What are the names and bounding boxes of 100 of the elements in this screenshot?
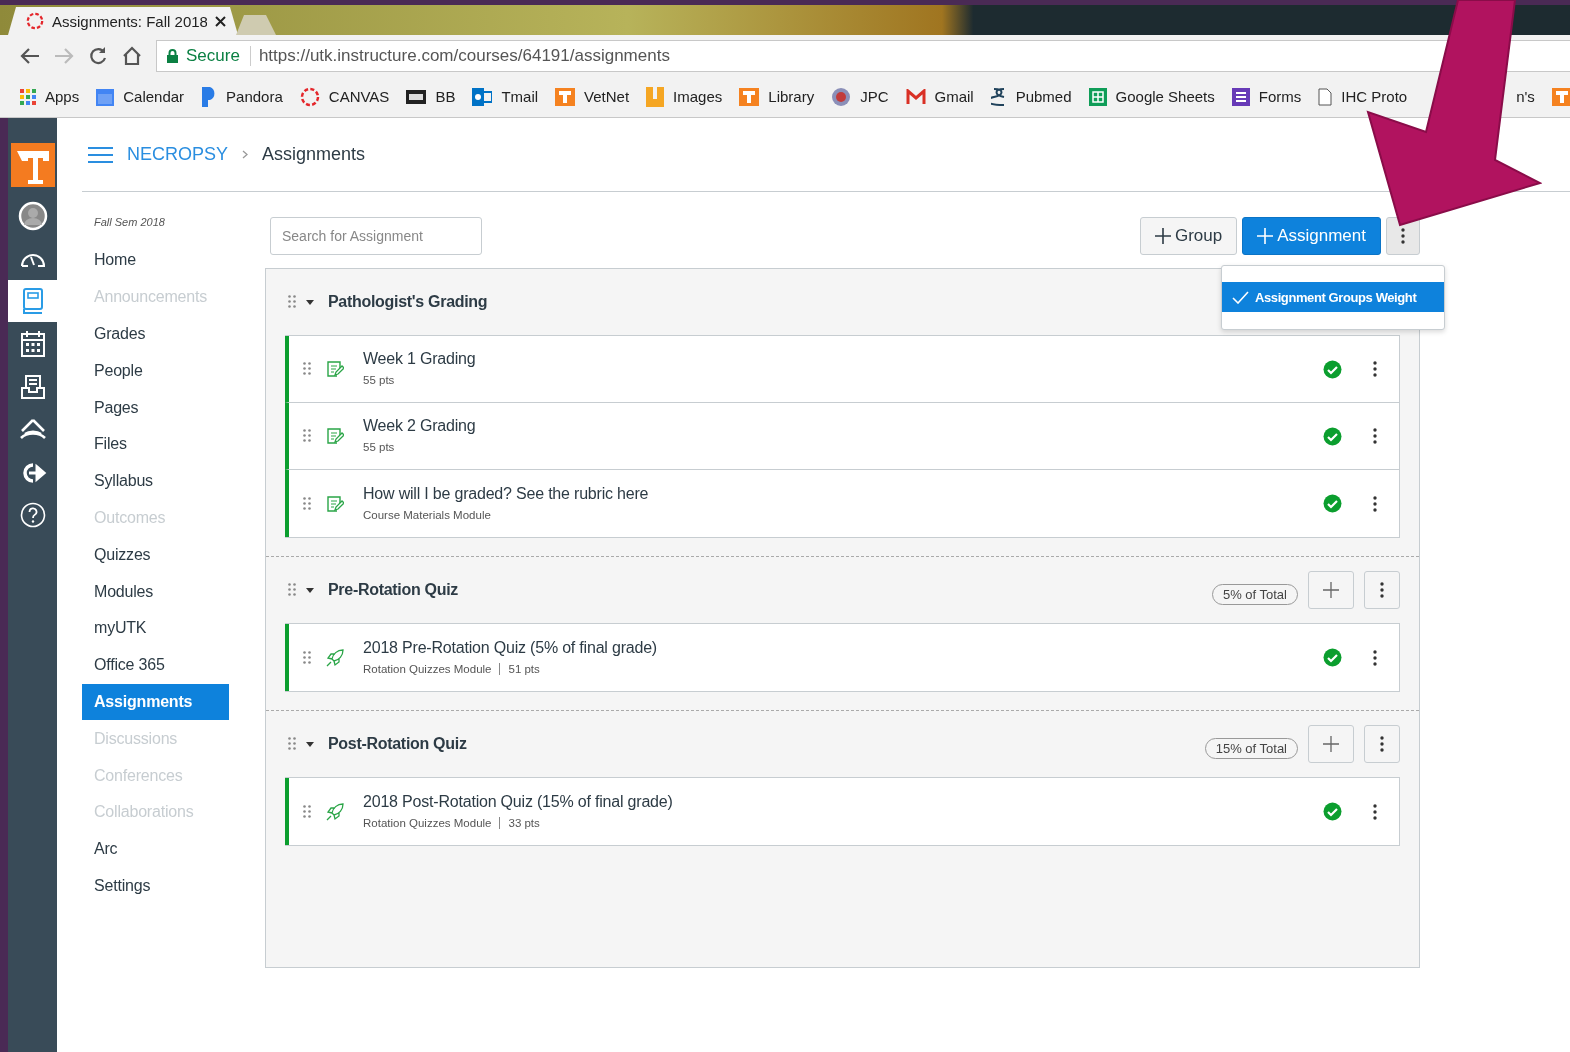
add-assignment-button[interactable]: Assignment [1242,217,1381,255]
drag-handle-icon[interactable] [303,649,311,666]
add-item-button[interactable] [1308,725,1354,763]
course-nav-link[interactable]: Arc [82,830,229,868]
bookmark[interactable]: Images [646,86,723,107]
chevron-icon [242,150,249,159]
spreadsheet-icon [1088,87,1107,106]
group-menu-button[interactable] [1364,725,1400,763]
group-menu-button[interactable] [1364,571,1400,609]
course-nav-link[interactable]: Settings [82,867,229,905]
assignment-title[interactable]: Week 2 Grading [363,417,1308,435]
browser-tab[interactable]: Assignments: Fall 2018 [8,7,238,35]
bookmark[interactable]: BB [406,88,456,105]
published-icon[interactable] [1323,494,1342,513]
assignment-title[interactable]: How will I be graded? See the rubric here [363,484,1308,503]
course-nav-link[interactable]: Home [82,242,229,279]
plus-icon [1154,228,1171,244]
more-options-icon[interactable] [1373,803,1377,820]
more-options-icon [1380,582,1384,598]
menu-item[interactable]: Assignment Groups Weight [1222,282,1444,312]
site-logo-icon [555,87,576,106]
group-title: Post-Rotation Quiz [328,735,467,753]
assignment-icon [326,494,344,513]
address-bar[interactable]: Secure https://utk.instructure.com/courses/64191/assignments [156,39,1570,72]
helix-icon [990,86,1007,107]
search-field[interactable]: Search for Assignment [270,217,482,255]
assignment-row[interactable]: Week 2 Grading 55 pts [285,403,1399,470]
add-item-button[interactable] [1308,571,1354,609]
reload-icon[interactable] [88,45,108,66]
more-options-icon[interactable] [1373,495,1377,512]
more-options-icon[interactable] [1373,428,1377,444]
assignment-title[interactable]: 2018 Post-Rotation Quiz (15% of final grade) [363,792,1308,811]
bookmark[interactable]: VetNet [555,87,630,106]
bookmark[interactable]: Calendar [96,87,185,106]
breadcrumb-link[interactable]: NECROPSY [127,144,229,165]
drag-handle-icon[interactable] [303,428,311,444]
published-icon[interactable] [1323,359,1342,379]
assignment-title[interactable]: Week 1 Grading [363,350,1308,368]
bookmark[interactable]: Gmail [905,88,974,105]
course-nav-link[interactable]: Files [82,426,229,463]
calendar-icon[interactable] [19,330,46,358]
site-logo-icon [406,89,427,104]
assignment-row[interactable]: 2018 Pre-Rotation Quiz (5% of final grade) Rotation Quizzes Module 51 pts [285,624,1399,691]
caret-icon[interactable] [306,298,314,306]
mail-icon [905,89,926,104]
inbox-icon[interactable] [19,374,46,400]
course-nav-link[interactable]: Modules [82,573,229,610]
course-nav-link[interactable]: Grades [82,315,229,353]
course-nav-link[interactable]: Pages [82,389,229,426]
bookmark[interactable]: n's [1516,88,1535,105]
more-options-icon[interactable] [1373,649,1377,666]
url-text: https://utk.instructure.com/courses/64191/assignments [258,45,670,66]
drag-handle-icon[interactable] [288,582,296,598]
secure-label: Secure [186,45,251,66]
drag-handle-icon[interactable] [288,294,296,310]
add-group-button[interactable]: Group [1139,217,1238,255]
more-options-icon[interactable] [1373,361,1377,377]
avatar-icon[interactable] [17,201,48,231]
bookmark[interactable]: CANVAS [299,86,390,107]
drag-handle-icon[interactable] [303,495,311,512]
close-icon[interactable] [215,15,226,27]
published-icon[interactable] [1323,802,1342,821]
book-icon[interactable] [21,287,44,315]
page-icon [1318,87,1333,106]
drag-handle-icon[interactable] [303,361,311,377]
site-logo-icon [739,87,760,106]
caret-icon[interactable] [306,740,314,748]
bookmark[interactable]: Forms [1231,87,1302,106]
menu-icon[interactable] [88,145,113,164]
caret-icon[interactable] [306,586,314,594]
bookmark[interactable]: Library [739,87,815,106]
logo-icon[interactable] [10,143,55,187]
rocket-icon [326,648,344,667]
help-icon[interactable] [19,502,46,528]
rocket-icon [326,802,344,821]
back-icon[interactable] [20,46,40,65]
assignment-row[interactable]: Week 1 Grading 55 pts [285,336,1399,403]
assignment-row[interactable]: 2018 Post-Rotation Quiz (15% of final grade) Rotation Quizzes Module 33 pts [285,778,1399,845]
bookmark[interactable]: Pandora [201,86,283,107]
assignment-meta: Course Materials Module [363,508,491,521]
drag-handle-icon[interactable] [303,803,311,820]
bookmark[interactable]: JPC [831,86,889,107]
home-icon[interactable] [122,45,142,66]
published-icon[interactable] [1323,426,1342,446]
course-nav-link[interactable]: Syllabus [82,462,229,500]
bookmark[interactable]: Google Sheets [1088,87,1215,106]
course-nav-link[interactable]: Quizzes [82,536,229,574]
bookmark[interactable]: Apps [20,88,80,105]
drag-handle-icon[interactable] [288,736,296,752]
bookmark[interactable]: IHC Proto [1318,87,1408,106]
published-icon[interactable] [1323,648,1342,667]
course-nav-link[interactable]: Assignments [82,683,229,721]
more-options-icon [1380,736,1384,752]
course-nav-link[interactable]: People [82,352,229,390]
course-nav-link[interactable]: myUTK [82,609,229,647]
assignment-title[interactable]: 2018 Pre-Rotation Quiz (5% of final grade) [363,638,1308,657]
bookmark[interactable]: Tmail [472,87,539,106]
bookmark[interactable]: Pubmed [990,86,1072,107]
course-nav-link[interactable]: Office 365 [82,646,229,684]
lock-icon [167,48,178,63]
